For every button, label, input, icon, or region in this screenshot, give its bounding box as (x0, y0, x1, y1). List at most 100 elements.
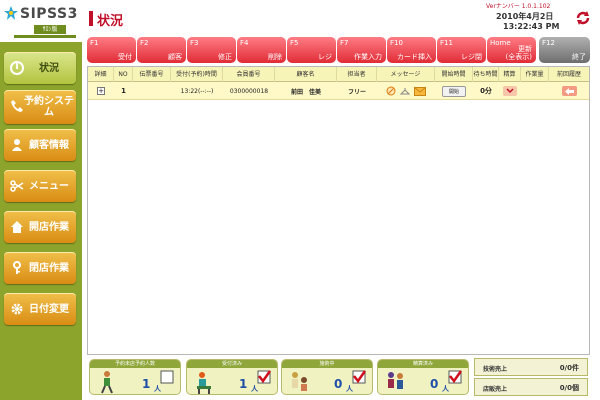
column-header-customer-name: 顧客名 (275, 67, 337, 82)
member-number: 0300000018 (229, 87, 269, 95)
hanger-icon[interactable] (400, 86, 410, 96)
fkey-register-button[interactable]: F5 レジ (287, 37, 336, 63)
fkey-work-input-button[interactable]: F7 作業入力 (337, 37, 386, 63)
column-header-no: NO (114, 67, 133, 82)
logo-star-icon (4, 6, 18, 20)
status-count: 1 (239, 377, 248, 391)
phone-icon (11, 100, 23, 112)
logo-subtitle: ｻﾛﾝ版 (34, 25, 66, 34)
mail-icon[interactable] (414, 86, 426, 96)
sidebar-item-customer-info[interactable]: 顧客情報 (4, 129, 76, 161)
fkey-action: カード挿入 (397, 53, 432, 61)
fkey-register-close-button[interactable]: F11 レジ閉 (437, 37, 486, 63)
sidebar-item-open-store[interactable]: 開店作業 (4, 211, 76, 243)
cashier-icon (388, 372, 403, 389)
fkey-action: レジ (318, 53, 332, 61)
expand-button[interactable]: + (97, 87, 105, 95)
sidebar-item-reservation[interactable]: 予約システム (4, 90, 76, 124)
status-count: 0 (334, 377, 343, 391)
checkmark-icon (448, 370, 462, 384)
refresh-icon[interactable] (575, 10, 591, 26)
start-button[interactable]: 開始 (442, 85, 466, 97)
fkey-label: F5 (290, 39, 299, 47)
power-icon (10, 61, 24, 75)
status-panel-received: 受付済み 1 人 (186, 359, 278, 395)
status-panel-checked-out: 精算済み 0 人 (377, 359, 469, 395)
checkmark-icon (257, 370, 271, 384)
sidebar-item-close-store[interactable]: 閉店作業 (4, 252, 76, 284)
checkbox-icon (160, 370, 174, 384)
fkey-label: F12 (542, 39, 555, 47)
sidebar: SIPSS3 ｻﾛﾝ版 状況 予約システム 顧客情報 メニュー 開店作業 閉店作… (0, 0, 82, 400)
logo-underline (14, 35, 76, 38)
status-label: 施術中 (282, 360, 372, 368)
fkey-label: F7 (340, 39, 349, 47)
fkey-edit-button[interactable]: F3 修正 (187, 37, 236, 63)
status-panel-reserved: 予約未店予約人数 1 人 (89, 359, 181, 395)
row-number: 1 (121, 87, 126, 95)
sidebar-item-label: 顧客情報 (29, 139, 69, 151)
status-count: 1 (142, 377, 151, 391)
fkey-delete-button[interactable]: F4 削除 (237, 37, 286, 63)
fkey-action: 修正 (218, 53, 232, 61)
app-logo: SIPSS3 ｻﾛﾝ版 (0, 0, 82, 42)
workload-cell (521, 82, 549, 100)
detail-cell: + (88, 82, 114, 100)
fkey-card-insert-button[interactable]: F10 カード挿入 (387, 37, 436, 63)
fkey-action: 作業入力 (354, 53, 382, 61)
message-cell (377, 82, 435, 100)
time-display: 13:22:43 PM (503, 22, 560, 31)
fkey-label: F4 (240, 39, 249, 47)
column-header-message: メッセージ (377, 67, 435, 82)
fkey-refresh-all-button[interactable]: Home 更新 (全表示) (487, 37, 536, 63)
column-header-member-no: 会員番号 (223, 67, 275, 82)
checkmark-icon (352, 370, 366, 384)
fkey-action: 削除 (268, 53, 282, 61)
sidebar-item-menu[interactable]: メニュー (4, 170, 76, 202)
column-header-workload: 作業量 (521, 67, 549, 82)
status-unit: 人 (251, 385, 258, 393)
sidebar-item-date-change[interactable]: 日付変更 (4, 293, 76, 325)
status-label: 精算済み (378, 360, 468, 368)
stylist-icon (292, 372, 307, 391)
date-display: 2010年4月2日 (496, 12, 554, 21)
sidebar-item-label: メニュー (29, 180, 69, 192)
column-header-detail: 詳細 (88, 67, 114, 82)
walking-person-icon (101, 371, 113, 394)
prohibit-icon[interactable] (386, 86, 396, 96)
sales-label: 店販売上 (483, 386, 508, 393)
slip-number (133, 82, 171, 100)
fkey-reception-button[interactable]: F1 受付 (87, 37, 136, 63)
fkey-label: F11 (440, 39, 453, 47)
title-accent-bar (89, 11, 93, 26)
history-button[interactable] (561, 86, 577, 96)
status-unit: 人 (154, 385, 161, 393)
gear-icon (11, 303, 23, 315)
fkey-label: F3 (190, 39, 199, 47)
logo-text: SIPSS3 (20, 6, 78, 22)
page-title: 状況 (97, 14, 124, 29)
fkey-label: F1 (90, 39, 99, 47)
chevron-down-icon (506, 88, 514, 94)
fkey-action: レジ閉 (461, 53, 482, 61)
sidebar-item-label: 日付変更 (29, 303, 69, 315)
status-label: 予約未店予約人数 (90, 360, 180, 368)
table-row[interactable]: + 1 13:22(--:--) 0300000018 前田 佳美 フリー 開始… (88, 82, 589, 100)
seated-person-icon (197, 372, 211, 394)
sidebar-item-label: 予約システム (24, 96, 74, 118)
fkey-customer-button[interactable]: F2 顧客 (137, 37, 186, 63)
status-unit: 人 (346, 385, 353, 393)
staff-name: フリー (347, 88, 366, 96)
version-label: Verナンバー 1.0.1.102 (486, 3, 551, 10)
checkout-cell (499, 82, 521, 100)
history-cell (549, 82, 589, 100)
person-icon (12, 139, 22, 151)
fkey-exit-button[interactable]: F12 終了 (539, 37, 590, 63)
sidebar-item-status[interactable]: 状況 (4, 52, 76, 84)
column-header-staff: 担当者 (337, 67, 377, 82)
start-cell: 開始 (435, 82, 473, 100)
status-count: 0 (430, 377, 439, 391)
checkout-button[interactable] (503, 86, 517, 96)
sales-value: 0/0個 (559, 384, 579, 392)
status-label: 受付済み (187, 360, 277, 368)
